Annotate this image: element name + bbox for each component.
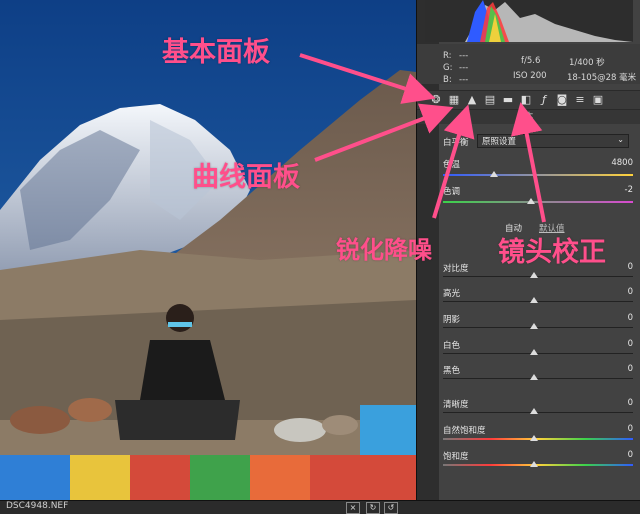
g-value: ---: [459, 63, 469, 73]
shadows-slider[interactable]: [443, 327, 633, 328]
hsl-icon[interactable]: ▤: [483, 93, 497, 107]
contrast-label: 对比度: [443, 264, 469, 274]
tint-thumb[interactable]: [527, 198, 535, 204]
saturation-slider[interactable]: [443, 464, 633, 466]
vibrance-thumb[interactable]: [530, 435, 538, 441]
split-toning-icon[interactable]: ▬: [501, 93, 515, 107]
saturation-label: 饱和度: [443, 452, 469, 462]
camera-calibration-icon[interactable]: ◙: [555, 93, 569, 107]
annotation-basic: 基本面板: [162, 37, 270, 68]
rotate-icon[interactable]: ↻: [366, 502, 380, 514]
clarity-label: 清晰度: [443, 400, 469, 410]
close-icon[interactable]: ×: [346, 502, 360, 514]
tint-label: 色调: [443, 187, 461, 197]
annotation-detail: 锐化降噪: [336, 236, 432, 264]
temperature-label: 色温: [443, 160, 461, 170]
file-name: DSC4948.NEF: [6, 501, 69, 511]
curve-icon[interactable]: ▦: [447, 93, 461, 107]
highlights-label: 高光: [443, 289, 461, 299]
g-label: G:: [443, 63, 453, 73]
whites-label: 白色: [443, 341, 461, 351]
whites-slider[interactable]: [443, 353, 633, 354]
blacks-label: 黑色: [443, 366, 461, 376]
basic-section-title: 本: [417, 110, 640, 124]
vibrance-label: 自然饱和度: [443, 426, 486, 436]
blacks-slider[interactable]: [443, 378, 633, 379]
r-value: ---: [459, 51, 469, 61]
lens-icon[interactable]: ◧: [519, 93, 533, 107]
chevron-down-icon: ⌄: [617, 135, 624, 144]
detail-icon[interactable]: ▲: [465, 93, 479, 107]
highlights-thumb[interactable]: [530, 297, 538, 303]
temperature-thumb[interactable]: [490, 171, 498, 177]
blacks-value[interactable]: 0: [593, 364, 633, 374]
tint-value[interactable]: -2: [593, 185, 633, 195]
status-bar: DSC4948.NEF × ↻ ↺: [0, 500, 640, 514]
saturation-thumb[interactable]: [530, 461, 538, 467]
b-label: B:: [443, 75, 452, 85]
temperature-value[interactable]: 4800: [593, 158, 633, 168]
temperature-slider[interactable]: [443, 174, 633, 176]
presets-icon[interactable]: ≡: [573, 93, 587, 107]
blacks-thumb[interactable]: [530, 374, 538, 380]
vibrance-value[interactable]: 0: [593, 424, 633, 434]
whites-value[interactable]: 0: [593, 339, 633, 349]
clarity-value[interactable]: 0: [593, 398, 633, 408]
white-balance-value: 原照设置: [482, 137, 517, 147]
lens-info: 18-105@28 毫米: [567, 73, 637, 83]
fx-icon[interactable]: ƒ: [537, 93, 551, 107]
panel-tab-toolbar: ❂ ▦ ▲ ▤ ▬ ◧ ƒ ◙ ≡ ▣: [417, 90, 640, 110]
highlights-value[interactable]: 0: [593, 287, 633, 297]
annotation-lens: 镜头校正: [498, 237, 606, 268]
rotate-ccw-icon[interactable]: ↺: [384, 502, 398, 514]
b-value: ---: [459, 75, 469, 85]
basic-icon[interactable]: ❂: [429, 93, 443, 107]
snapshots-icon[interactable]: ▣: [591, 93, 605, 107]
highlights-slider[interactable]: [443, 301, 633, 302]
histogram: [425, 0, 633, 42]
saturation-value[interactable]: 0: [593, 450, 633, 460]
shutter: 1/400 秒: [569, 58, 605, 68]
white-balance-select[interactable]: 原照设置 ⌄: [477, 134, 629, 148]
r-label: R:: [443, 51, 452, 61]
white-balance-label: 白平衡: [443, 138, 469, 148]
contrast-thumb[interactable]: [530, 272, 538, 278]
iso: ISO 200: [513, 71, 547, 81]
clarity-slider[interactable]: [443, 412, 633, 413]
aperture: f/5.6: [521, 56, 541, 66]
clarity-thumb[interactable]: [530, 408, 538, 414]
annotation-curve: 曲线面板: [192, 162, 300, 193]
tint-slider[interactable]: [443, 201, 633, 203]
rgb-exif-readout: R: --- G: --- B: --- f/5.6 1/400 秒 ISO 2…: [417, 44, 640, 85]
shadows-thumb[interactable]: [530, 323, 538, 329]
contrast-slider[interactable]: [443, 276, 633, 277]
whites-thumb[interactable]: [530, 349, 538, 355]
shadows-value[interactable]: 0: [593, 313, 633, 323]
vibrance-slider[interactable]: [443, 438, 633, 440]
shadows-label: 阴影: [443, 315, 461, 325]
